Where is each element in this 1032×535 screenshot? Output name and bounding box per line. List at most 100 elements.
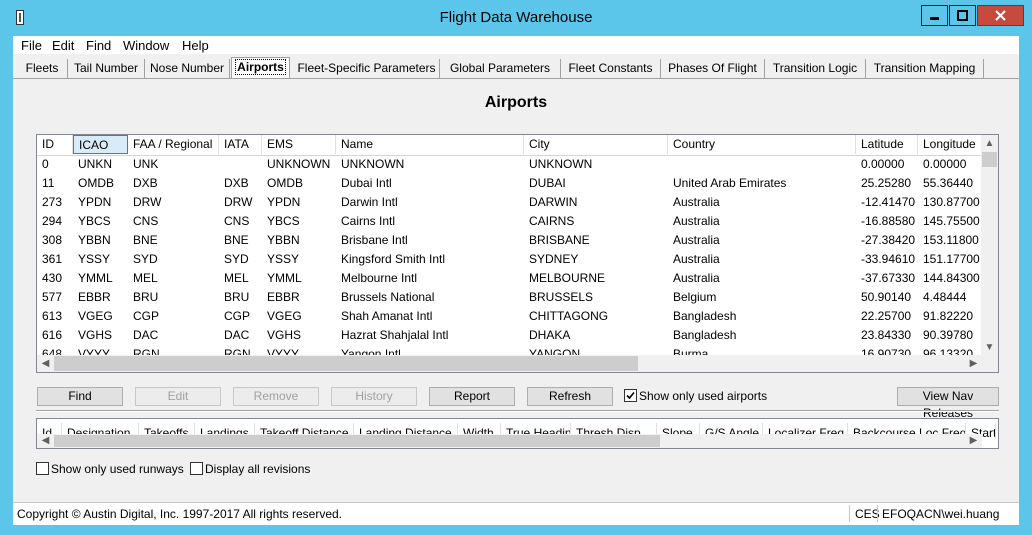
checkmark-icon — [626, 391, 635, 400]
table-row[interactable]: 0 UNKN UNK UNKNOWN UNKNOWN UNKNOWN 0.00000 0.00… — [37, 155, 982, 174]
tab-phases-of-flight[interactable]: Phases Of Flight — [661, 59, 765, 78]
maximize-button[interactable] — [949, 5, 976, 26]
cell-city: BRISBANE — [529, 233, 590, 247]
server-label: CES — [855, 507, 880, 521]
runways-scroll-right-icon[interactable]: ▶ — [965, 432, 982, 448]
vertical-scroll-thumb[interactable] — [982, 152, 997, 167]
cell-latitude: -27.38420 — [861, 233, 916, 247]
cell-ems: VGEG — [267, 309, 302, 323]
col-header-name[interactable]: Name — [336, 135, 524, 154]
tab-transition-logic[interactable]: Transition Logic — [765, 59, 866, 78]
cell-icao: YPDN — [78, 195, 112, 209]
col-header-icao[interactable]: ICAO — [73, 135, 128, 154]
cell-city: MELBOURNE — [529, 271, 606, 285]
table-row[interactable]: 577 EBBR BRU BRU EBBR Brussels National BRUSSE… — [37, 288, 982, 307]
cell-name: Dubai Intl — [341, 176, 392, 190]
table-row[interactable]: 308 YBBN BNE BNE YBBN Brisbane Intl BRISBANE Au… — [37, 231, 982, 250]
title-bar[interactable]: Flight Data Warehouse — [0, 0, 1032, 36]
tab-strip: Fleets Tail Number Nose Number Airports … — [13, 57, 1019, 79]
col-header-city[interactable]: City — [524, 135, 668, 154]
cell-ems: OMDB — [267, 176, 303, 190]
cell-id: 361 — [42, 252, 63, 266]
cell-country: Belgium — [673, 290, 717, 304]
show-used-airports-label: Show only used airports — [639, 389, 768, 403]
report-button[interactable]: Report — [429, 387, 515, 406]
show-used-airports-checkbox[interactable] — [624, 389, 637, 402]
table-row[interactable]: 294 YBCS CNS CNS YBCS Cairns Intl CAIRNS Austra… — [37, 212, 982, 231]
horizontal-scroll-thumb[interactable] — [54, 356, 638, 371]
runways-grid[interactable]: Id Designation Takeoffs Landings Takeoff Dis… — [36, 418, 999, 449]
cell-iata: CNS — [224, 214, 250, 228]
col-header-id[interactable]: ID — [37, 135, 73, 154]
runways-horizontal-scrollbar[interactable]: ◀ ▶ — [37, 434, 982, 448]
view-nav-releases-button[interactable]: View Nav Releases — [897, 387, 999, 420]
cell-icao: OMDB — [78, 176, 114, 190]
status-bar: Copyright © Austin Digital, Inc. 1997-20… — [13, 502, 1019, 525]
cell-name: Melbourne Intl — [341, 271, 418, 285]
cell-longitude: 4.48444 — [923, 290, 967, 304]
cell-id: 273 — [42, 195, 63, 209]
menu-find[interactable]: Find — [86, 38, 111, 53]
cell-icao: YMML — [78, 271, 113, 285]
refresh-button[interactable]: Refresh — [527, 387, 613, 406]
runways-scroll-thumb[interactable] — [54, 435, 660, 447]
cell-country: Australia — [673, 233, 720, 247]
cell-longitude: 90.39780 — [923, 328, 974, 342]
menu-help[interactable]: Help — [182, 38, 209, 53]
table-row[interactable]: 11 OMDB DXB DXB OMDB Dubai Intl DUBAI United Ar… — [37, 174, 982, 193]
user-label: EFOQACN\wei.huang — [882, 507, 1000, 521]
airports-horizontal-scrollbar[interactable]: ◀ ▶ — [37, 355, 982, 372]
cell-ems: YSSY — [267, 252, 300, 266]
scroll-right-icon[interactable]: ▶ — [965, 355, 982, 372]
cell-id: 0 — [42, 157, 49, 171]
table-row[interactable]: 613 VGEG CGP CGP VGEG Shah Amanat Intl CHITTAG… — [37, 307, 982, 326]
history-button[interactable]: History — [331, 387, 417, 406]
cell-ems: VGHS — [267, 328, 302, 342]
minimize-button[interactable] — [921, 5, 948, 26]
remove-button[interactable]: Remove — [233, 387, 319, 406]
tab-tail-number[interactable]: Tail Number — [68, 59, 145, 78]
menu-window[interactable]: Window — [123, 38, 169, 53]
menu-edit[interactable]: Edit — [52, 38, 74, 53]
cell-iata: DAC — [224, 328, 250, 342]
table-row[interactable]: 430 YMML MEL MEL YMML Melbourne Intl MELBOURNE… — [37, 269, 982, 288]
tab-fleet-specific-parameters[interactable]: Fleet-Specific Parameters — [294, 59, 440, 78]
scroll-down-icon[interactable]: ▼ — [981, 339, 998, 356]
airports-vertical-scrollbar[interactable]: ▲ ▼ — [981, 135, 998, 356]
display-all-revisions-checkbox[interactable] — [190, 462, 203, 475]
menu-file[interactable]: File — [21, 38, 42, 53]
col-header-iata[interactable]: IATA — [219, 135, 262, 154]
cell-longitude: 91.82220 — [923, 309, 974, 323]
scroll-up-icon[interactable]: ▲ — [981, 135, 998, 152]
cell-ems: YBBN — [267, 233, 300, 247]
show-used-runways-checkbox[interactable] — [36, 462, 49, 475]
tab-airports[interactable]: Airports — [231, 57, 290, 78]
cell-country: Bangladesh — [673, 309, 737, 323]
cell-longitude: 0.00000 — [923, 157, 967, 171]
col-header-faa[interactable]: FAA / Regional — [128, 135, 219, 154]
table-row[interactable]: 616 VGHS DAC DAC VGHS Hazrat Shahjalal Intl DH… — [37, 326, 982, 345]
runways-scroll-left-icon[interactable]: ◀ — [37, 432, 54, 448]
cell-faa: DAC — [133, 328, 159, 342]
tab-global-parameters[interactable]: Global Parameters — [440, 59, 561, 78]
col-header-ems[interactable]: EMS — [262, 135, 336, 154]
cell-iata — [219, 155, 262, 174]
cell-latitude: -33.94610 — [861, 252, 916, 266]
close-button[interactable] — [977, 5, 1024, 26]
find-button[interactable]: Find — [37, 387, 123, 406]
tab-transition-mapping[interactable]: Transition Mapping — [866, 59, 984, 78]
tab-nose-number[interactable]: Nose Number — [145, 59, 230, 78]
table-row[interactable]: 273 YPDN DRW DRW YPDN Darwin Intl DARWIN Austra… — [37, 193, 982, 212]
airports-grid[interactable]: ID ICAO FAA / Regional IATA EMS Name Cit… — [36, 134, 999, 373]
cell-icao: UNKN — [78, 157, 113, 171]
table-row[interactable]: 361 YSSY SYD SYD YSSY Kingsford Smith Intl SYD… — [37, 250, 982, 269]
edit-button[interactable]: Edit — [135, 387, 221, 406]
col-header-latitude[interactable]: Latitude — [856, 135, 918, 154]
tab-fleet-constants[interactable]: Fleet Constants — [561, 59, 661, 78]
cell-icao: YBBN — [78, 233, 111, 247]
scroll-left-icon[interactable]: ◀ — [37, 355, 54, 372]
tab-fleets[interactable]: Fleets — [17, 59, 68, 78]
col-header-longitude[interactable]: Longitude — [918, 135, 982, 154]
col-header-country[interactable]: Country — [668, 135, 856, 154]
cell-name: Kingsford Smith Intl — [341, 252, 446, 266]
